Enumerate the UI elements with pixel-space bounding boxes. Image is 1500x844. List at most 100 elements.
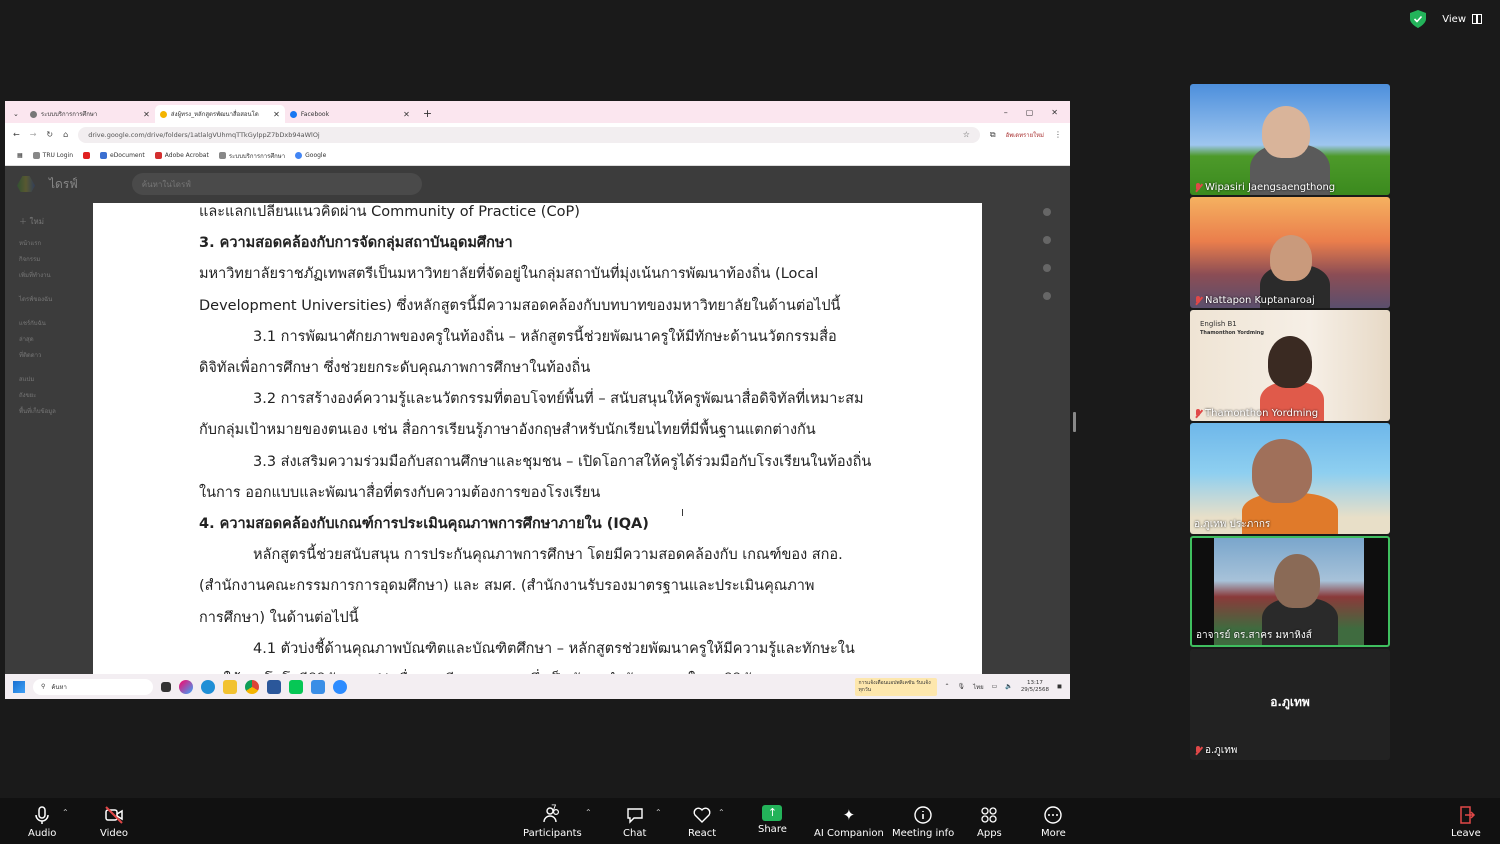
contacts-icon[interactable] xyxy=(1043,292,1051,300)
new-tab-button[interactable]: + xyxy=(415,107,440,123)
bookmark-item[interactable] xyxy=(83,152,90,159)
video-button[interactable]: Video xyxy=(100,805,128,839)
profile-button[interactable]: อัพเดทรายใหม่ xyxy=(1006,130,1044,140)
calendar-icon[interactable] xyxy=(1043,208,1051,216)
network-icon[interactable]: ▭ xyxy=(992,683,998,690)
home-icon[interactable]: ⌂ xyxy=(63,130,68,139)
keep-icon[interactable] xyxy=(1043,236,1051,244)
zoom-icon[interactable] xyxy=(333,679,347,694)
volume-icon[interactable]: 🔈 xyxy=(1005,683,1012,690)
reload-icon[interactable]: ↻ xyxy=(46,130,53,139)
leave-button[interactable]: Leave xyxy=(1451,805,1481,839)
drive-side-item[interactable]: ล่าสุด xyxy=(19,332,99,348)
participant-tile[interactable]: Nattapon Kuptanaroaj xyxy=(1190,197,1390,308)
participant-tile[interactable]: English B1 Thamonthon Yordming Thamontho… xyxy=(1190,310,1390,421)
star-icon[interactable]: ☆ xyxy=(963,130,970,139)
notification-bell-icon[interactable]: ◼ xyxy=(1057,683,1062,690)
drive-side-item[interactable]: สแปม xyxy=(19,372,99,388)
language-indicator[interactable]: ไทย xyxy=(973,682,984,692)
tab-favicon-icon xyxy=(29,110,37,118)
react-button[interactable]: React xyxy=(688,805,716,839)
view-label: View xyxy=(1442,13,1466,25)
participants-button[interactable]: 7 Participants xyxy=(523,804,582,839)
drive-side-item[interactable]: ที่ติดดาว xyxy=(19,348,99,364)
share-button[interactable]: ↑ Share xyxy=(758,805,787,835)
drive-side-item[interactable]: ถังขยะ xyxy=(19,388,99,404)
tab-search-icon[interactable]: ⌄ xyxy=(13,110,25,123)
windows-start-icon[interactable] xyxy=(13,680,25,693)
file-explorer-icon[interactable] xyxy=(223,679,237,694)
ai-companion-label: AI Companion xyxy=(814,828,884,839)
chat-button[interactable]: Chat xyxy=(623,805,646,839)
browser-tab-2[interactable]: ส่งผู้ทรง_หลักสูตรพัฒนาสื่อสอนโด ✕ xyxy=(154,105,285,123)
browser-tab-1[interactable]: ระบบบริการการศึกษา ✕ xyxy=(25,105,155,123)
apps-grid-icon[interactable]: ▦ xyxy=(17,152,23,159)
audio-button[interactable]: Audio xyxy=(28,805,56,839)
taskbar-clock[interactable]: 13:17 29/5/2568 xyxy=(1021,680,1049,694)
tab-close-icon[interactable]: ✕ xyxy=(273,110,280,119)
edge-icon[interactable] xyxy=(201,679,215,694)
tab-close-icon[interactable]: ✕ xyxy=(403,110,410,119)
participant-video xyxy=(1252,439,1312,503)
react-options-caret-icon[interactable]: ⌃ xyxy=(718,808,725,817)
participant-tile[interactable]: Wipasiri Jaengsaengthong xyxy=(1190,84,1390,195)
bookmark-icon xyxy=(100,152,107,159)
word-icon[interactable] xyxy=(267,679,281,694)
notification-text: การแจ้งเตือนแอปพลิเคชัน รับแจ้งทุกวัน xyxy=(858,679,931,693)
document-heading: 4. ความสอดคล้องกับเกณฑ์การประเมินคุณภาพก… xyxy=(199,516,649,533)
maximize-icon[interactable]: ▢ xyxy=(1026,108,1034,117)
task-view-icon[interactable] xyxy=(161,681,171,692)
drive-side-item[interactable]: พื้นที่เก็บข้อมูล xyxy=(19,404,99,420)
bookmark-item[interactable]: Adobe Acrobat xyxy=(154,152,209,159)
drive-new-button[interactable]: ＋ ใหม่ xyxy=(19,214,99,230)
address-bar[interactable]: drive.google.com/drive/folders/1atlalgVU… xyxy=(78,126,980,143)
app-icon[interactable] xyxy=(311,679,325,694)
tasks-icon[interactable] xyxy=(1043,264,1051,272)
acrobat-icon xyxy=(154,152,162,159)
chrome-icon[interactable] xyxy=(245,679,259,694)
ai-companion-button[interactable]: ✦ AI Companion xyxy=(814,805,884,839)
drive-side-item[interactable]: กิจกรรม xyxy=(19,252,99,268)
participants-options-caret-icon[interactable]: ⌃ xyxy=(585,808,592,817)
minimize-icon[interactable]: – xyxy=(1004,108,1008,117)
tray-chevron-icon[interactable]: ⌃ xyxy=(945,683,950,690)
more-label: More xyxy=(1041,828,1066,839)
drive-side-item[interactable]: เพิ่มที่ทำงาน xyxy=(19,268,99,284)
copilot-icon[interactable] xyxy=(179,679,193,694)
participant-name-tag: อาจารย์ ดร.สาคร มหาหิงส์ xyxy=(1196,628,1312,643)
bookmark-label: TRU Login xyxy=(42,152,73,159)
audio-options-caret-icon[interactable]: ⌃ xyxy=(62,808,69,817)
apps-button[interactable]: Apps xyxy=(977,805,1002,839)
drive-side-item[interactable]: ไดรฟ์ของฉัน xyxy=(19,292,99,308)
view-button[interactable]: View xyxy=(1436,10,1488,28)
meeting-info-button[interactable]: Meeting info xyxy=(892,805,954,839)
more-button[interactable]: More xyxy=(1041,805,1066,839)
browser-menu-icon[interactable]: ⋮ xyxy=(1054,130,1062,139)
participant-name: Wipasiri Jaengsaengthong xyxy=(1205,182,1336,193)
extensions-icon[interactable]: ⧉ xyxy=(990,130,996,140)
drive-side-item[interactable]: แชร์กับฉัน xyxy=(19,316,99,332)
chat-options-caret-icon[interactable]: ⌃ xyxy=(655,808,662,817)
taskbar-search-input[interactable]: ⚲ ค้นหา xyxy=(33,678,153,695)
drive-side-item[interactable]: หน้าแรก xyxy=(19,236,99,252)
document-line: ในการ ออกแบบและพัฒนาสื่อที่ตรงกับความต้อ… xyxy=(199,484,601,501)
participant-video xyxy=(1268,336,1312,388)
back-icon[interactable]: ← xyxy=(13,130,20,139)
system-tray: ⌃ 🎙 ไทย ▭ 🔈 13:17 29/5/2568 ◼ xyxy=(945,680,1063,694)
browser-tab-3[interactable]: Facebook ✕ xyxy=(285,105,415,123)
participant-tile[interactable]: อ.ภูเทพ อ.ภูเทพ xyxy=(1190,649,1390,760)
bookmark-item[interactable]: TRU Login xyxy=(32,152,73,159)
close-window-icon[interactable]: ✕ xyxy=(1051,108,1058,117)
mic-tray-icon[interactable]: 🎙 xyxy=(958,683,966,690)
tab-close-icon[interactable]: ✕ xyxy=(143,110,150,119)
bookmark-item[interactable]: ระบบบริการการศึกษา xyxy=(218,151,285,161)
line-icon[interactable] xyxy=(289,679,303,694)
participant-tile[interactable]: อ.ภูเทพ ประภากร xyxy=(1190,423,1390,534)
bookmark-item[interactable]: eDocument xyxy=(100,152,145,159)
forward-icon[interactable]: → xyxy=(30,130,37,139)
taskbar-notification[interactable]: การแจ้งเตือนแอปพลิเคชัน รับแจ้งทุกวัน xyxy=(854,677,937,696)
participant-tile-active-speaker[interactable]: อาจารย์ ดร.สาคร มหาหิงส์ xyxy=(1190,536,1390,647)
bookmark-item[interactable]: Google xyxy=(295,152,326,159)
drive-search-input[interactable]: ค้นหาในไดรฟ์ xyxy=(131,173,422,195)
split-drag-handle[interactable] xyxy=(1073,412,1076,432)
